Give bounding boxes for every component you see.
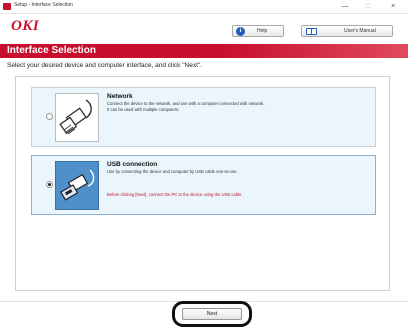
network-description-2: It can be used with multiple computers. bbox=[107, 107, 180, 112]
info-icon: i bbox=[236, 27, 245, 36]
option-usb[interactable]: USB connection Use by connecting the dev… bbox=[31, 155, 376, 215]
option-network[interactable]: Network Connect the device to the networ… bbox=[31, 87, 376, 147]
radio-selected-dot bbox=[48, 183, 51, 186]
window-titlebar: Setup - Interface Selection — □ × bbox=[0, 0, 408, 14]
next-button[interactable]: Next bbox=[182, 308, 242, 320]
window-title: Setup - Interface Selection bbox=[14, 2, 73, 8]
minimize-button[interactable]: — bbox=[334, 1, 356, 12]
usb-cable-icon bbox=[55, 161, 99, 210]
page-banner: Interface Selection bbox=[0, 44, 408, 58]
page-title: Interface Selection bbox=[7, 45, 96, 56]
book-icon bbox=[306, 28, 317, 35]
app-icon bbox=[3, 3, 11, 10]
maximize-button[interactable]: □ bbox=[357, 1, 379, 12]
network-radio[interactable] bbox=[46, 113, 53, 120]
usb-description: Use by connecting the device and compute… bbox=[107, 169, 238, 174]
usb-radio[interactable] bbox=[46, 181, 53, 188]
close-button[interactable]: × bbox=[382, 1, 404, 12]
users-manual-button[interactable]: User's Manual bbox=[301, 25, 393, 37]
help-button-label: Help bbox=[257, 28, 268, 34]
oki-logo: OKI bbox=[11, 18, 40, 34]
network-cable-icon bbox=[55, 93, 99, 142]
usb-title: USB connection bbox=[107, 161, 158, 168]
network-title: Network bbox=[107, 93, 133, 100]
help-button[interactable]: i Help bbox=[232, 25, 284, 37]
instruction-text: Select your desired device and computer … bbox=[7, 62, 203, 69]
usb-warning-note: Before clicking [Next], connect the PC t… bbox=[107, 192, 243, 197]
users-manual-label: User's Manual bbox=[344, 28, 376, 34]
